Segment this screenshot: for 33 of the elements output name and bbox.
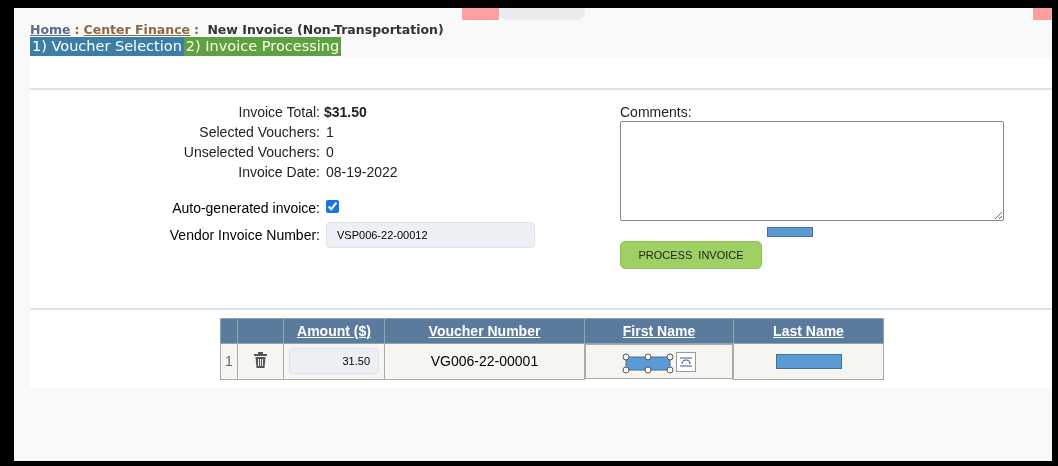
- column-sort-link[interactable]: Voucher Number: [428, 323, 541, 339]
- field-label: Comments:: [620, 104, 693, 120]
- field-label: Unselected Vouchers:: [182, 144, 320, 160]
- step-tab[interactable]: 1) Voucher Selection: [30, 37, 184, 56]
- field-label: Invoice Date:: [237, 164, 320, 180]
- field-label: Invoice Total:: [237, 104, 320, 120]
- process-invoice-button[interactable]: PROCESS INVOICE: [620, 241, 762, 269]
- field-value: $31.50: [324, 104, 368, 120]
- breadcrumb-separator: :: [194, 22, 200, 37]
- layout-options-icon[interactable]: [676, 351, 696, 372]
- redaction-bar: [767, 227, 813, 237]
- auto-generated-checkbox[interactable]: [326, 200, 339, 213]
- breadcrumb-separator: :: [74, 22, 80, 37]
- step-tab[interactable]: 2) Invoice Processing: [183, 37, 342, 56]
- vendor-invoice-field[interactable]: VSP006-22-00012: [326, 222, 535, 248]
- field-value: 1: [326, 124, 335, 140]
- field-label: Vendor Invoice Number:: [168, 227, 320, 243]
- row-number: 1: [220, 343, 238, 379]
- column-sort-link[interactable]: Last Name: [773, 323, 844, 339]
- breadcrumb-link[interactable]: Center Finance: [83, 22, 191, 37]
- page-title: New Invoice (Non-Transportation): [207, 22, 444, 37]
- field-value: 0: [326, 144, 335, 160]
- field-label: Auto-generated invoice:: [171, 200, 320, 216]
- amount-field[interactable]: 31.50: [289, 348, 379, 375]
- breadcrumb-link[interactable]: Home: [30, 22, 71, 37]
- trash-icon[interactable]: [254, 351, 267, 368]
- table-cell: VG006-22-00001: [384, 343, 585, 379]
- field-label: Selected Vouchers:: [198, 124, 320, 140]
- redaction-bar: [775, 353, 842, 369]
- comments-field[interactable]: [620, 121, 1004, 221]
- field-value: 08-19-2022: [326, 164, 399, 180]
- column-sort-link[interactable]: First Name: [622, 323, 696, 339]
- column-sort-link[interactable]: Amount ($): [297, 323, 371, 339]
